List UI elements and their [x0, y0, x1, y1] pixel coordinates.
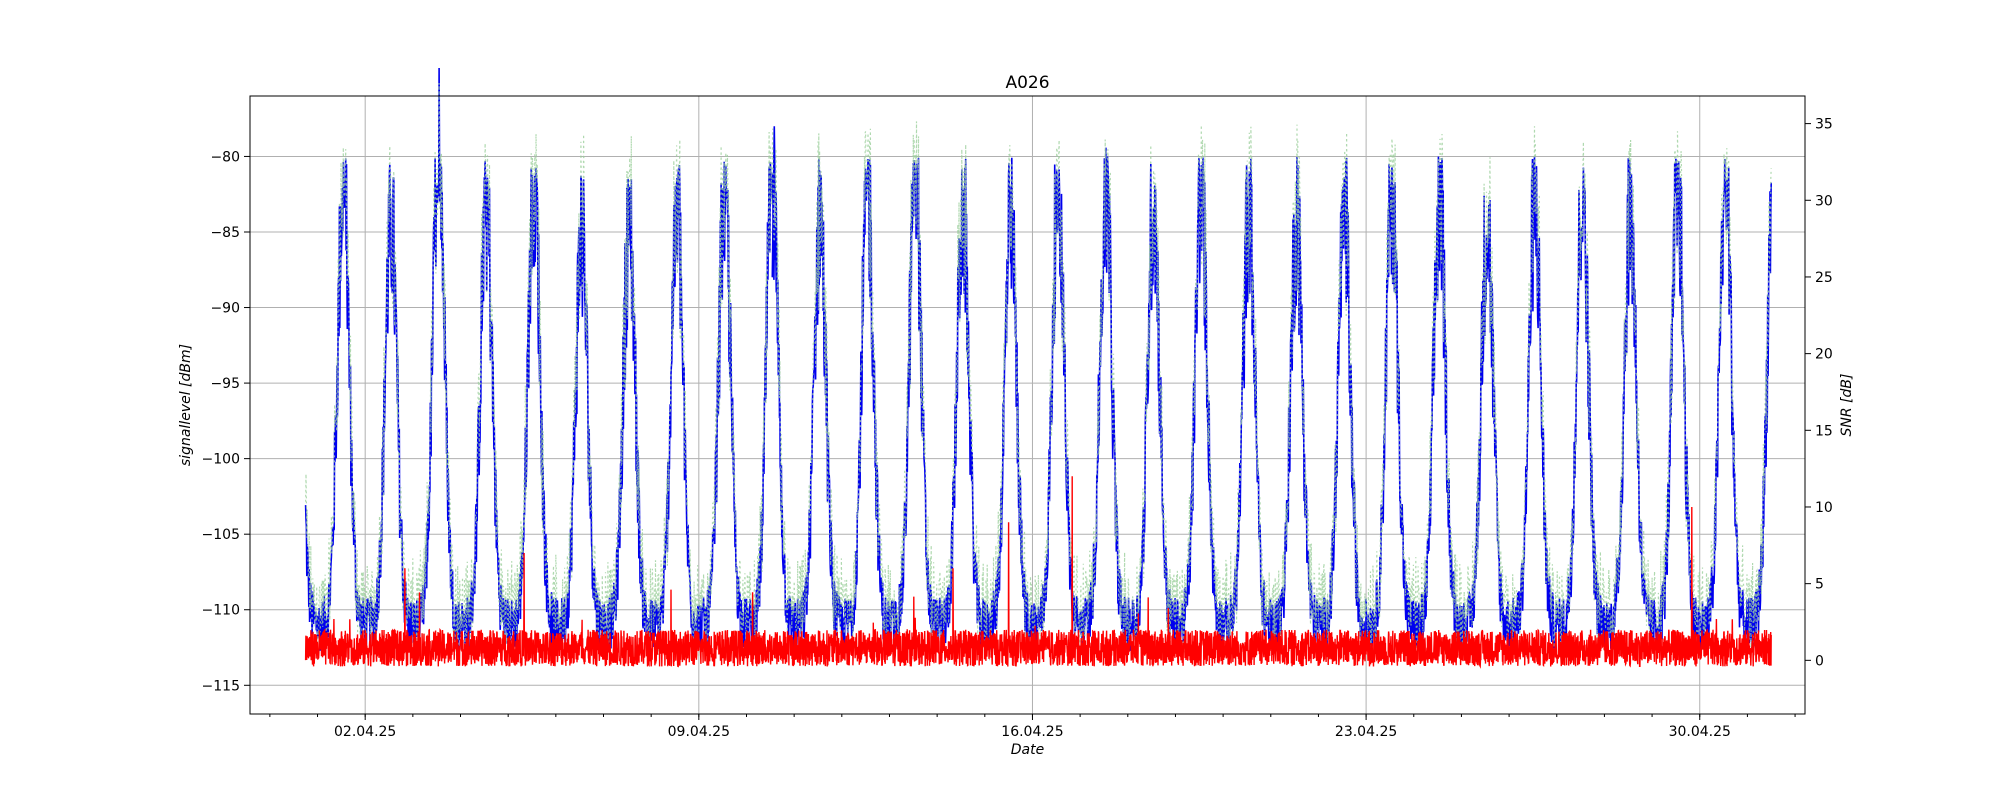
x-axis: 02.04.25 09.04.25 16.04.25 23.04.25 30.04.25 — [269, 714, 1796, 740]
y-left-tick-label: −95 — [210, 376, 240, 392]
series-signal-level — [304, 67, 1772, 653]
y-right-tick-label: 15 — [1815, 423, 1833, 439]
y-left-tick-label: −90 — [210, 301, 240, 317]
aux-line — [305, 82, 1772, 662]
signal-level-line — [304, 67, 1772, 653]
y-right-tick-label: 0 — [1815, 653, 1824, 669]
y-right-tick-label: 20 — [1815, 347, 1833, 363]
x-tick-label: 23.04.25 — [1335, 724, 1397, 740]
chart: A026 02.04.25 09.04.25 16.04.25 23.04.25 30.… — [178, 67, 1855, 758]
y-left-tick-label: −85 — [210, 225, 240, 241]
y-left-tick-label: −110 — [202, 603, 240, 619]
y-left-tick-label: −105 — [202, 527, 240, 543]
y-axis-right: 0 5 10 15 20 25 30 35 — [1805, 117, 1833, 669]
y-left-tick-label: −80 — [210, 149, 240, 165]
y-right-tick-label: 30 — [1815, 193, 1833, 209]
x-tick-label: 09.04.25 — [668, 724, 730, 740]
chart-title: A026 — [1005, 73, 1049, 93]
y-axis-right-label: SNR [dB] — [1839, 374, 1855, 437]
y-right-tick-label: 5 — [1815, 577, 1824, 593]
y-right-tick-label: 10 — [1815, 500, 1833, 516]
y-left-tick-label: −115 — [202, 678, 240, 694]
x-tick-label: 30.04.25 — [1669, 724, 1731, 740]
y-right-tick-label: 35 — [1815, 117, 1833, 133]
x-tick-label: 02.04.25 — [334, 724, 396, 740]
y-axis-left-label: signallevel [dBm] — [178, 344, 194, 466]
series-aux-dotted — [305, 82, 1772, 662]
y-axis-left: −80 −85 −90 −95 −100 −105 −110 −115 — [202, 149, 250, 694]
y-left-tick-label: −100 — [202, 452, 240, 468]
x-tick-label: 16.04.25 — [1001, 724, 1063, 740]
y-right-tick-label: 25 — [1815, 270, 1833, 286]
x-axis-label: Date — [1011, 742, 1044, 758]
